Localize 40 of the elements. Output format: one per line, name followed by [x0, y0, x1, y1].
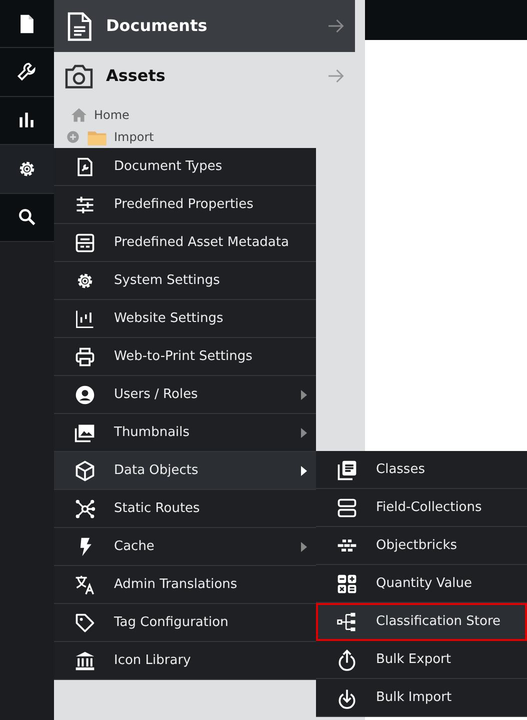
- menu-item[interactable]: Icon Library: [54, 642, 316, 680]
- printer-icon: [74, 346, 96, 368]
- home-icon: [70, 106, 88, 124]
- menu-item[interactable]: Data Objects: [54, 452, 316, 490]
- menu-item[interactable]: Static Routes: [54, 490, 316, 528]
- tree-structure-icon: [336, 610, 358, 632]
- sidebar-button[interactable]: [0, 145, 54, 194]
- menu-item[interactable]: Document Types: [54, 148, 316, 186]
- menu-item[interactable]: Objectbricks: [316, 527, 527, 565]
- menu-item[interactable]: Website Settings: [54, 300, 316, 338]
- menu-item[interactable]: Users / Roles: [54, 376, 316, 414]
- list-document-icon: [336, 458, 358, 480]
- menu-item[interactable]: Admin Translations: [54, 566, 316, 604]
- calculator-icon: [336, 572, 358, 594]
- menu-item[interactable]: Tag Configuration: [54, 604, 316, 642]
- building-icon: [74, 650, 96, 672]
- tag-icon: [74, 612, 96, 634]
- upload-icon: [336, 648, 358, 670]
- arrow-right-icon: [327, 17, 345, 35]
- menu-item[interactable]: Field-Collections: [316, 489, 527, 527]
- user-icon: [74, 384, 96, 406]
- translate-icon: [74, 574, 96, 596]
- menu-item[interactable]: System Settings: [54, 262, 316, 300]
- accordion-header[interactable]: Documents: [54, 0, 355, 52]
- menu-item[interactable]: Predefined Properties: [54, 186, 316, 224]
- menu-item[interactable]: Classes: [316, 451, 527, 489]
- stacked-rows-icon: [336, 496, 358, 518]
- cube-icon: [74, 460, 96, 482]
- network-icon: [74, 498, 96, 520]
- tree-item[interactable]: Import: [114, 128, 154, 146]
- wrench-icon: [16, 61, 38, 84]
- menu-item[interactable]: Classification Store: [316, 603, 527, 641]
- menu-item[interactable]: Bulk Export: [316, 641, 527, 679]
- menu-item[interactable]: Bulk Import: [316, 679, 527, 717]
- arrow-right-icon: [327, 67, 345, 85]
- menu-item[interactable]: Web-to-Print Settings: [54, 338, 316, 376]
- form-icon: [74, 232, 96, 254]
- tree-item[interactable]: Home: [94, 106, 130, 124]
- menu-item[interactable]: Cache: [54, 528, 316, 566]
- menu-item[interactable]: Predefined Asset Metadata: [54, 224, 316, 262]
